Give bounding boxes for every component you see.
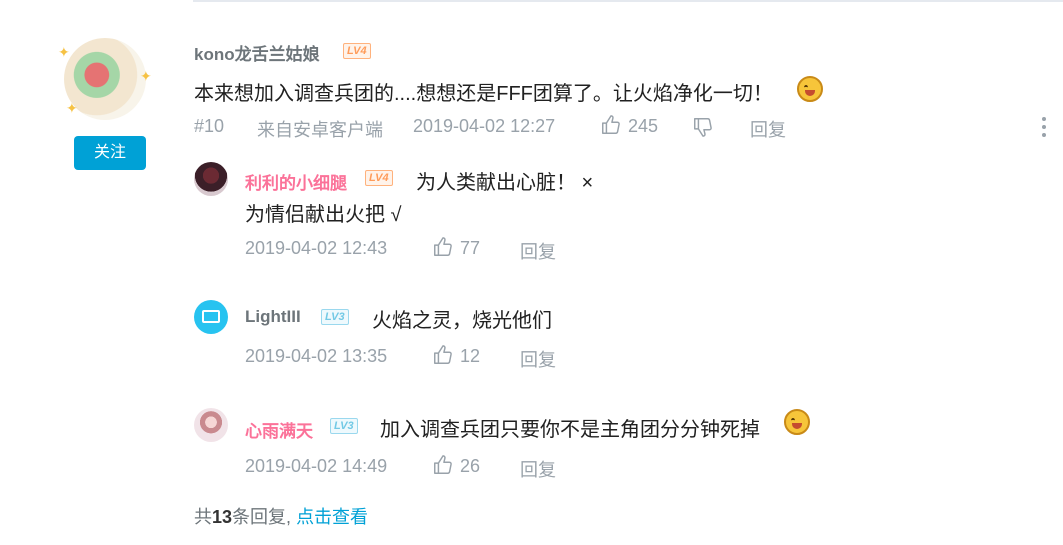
like-count: 77 (460, 238, 481, 258)
sparkle-icon: ✦ (140, 68, 152, 84)
like-count: 26 (460, 456, 481, 476)
thumbs-up-icon[interactable] (600, 114, 622, 136)
avatar[interactable] (194, 408, 228, 442)
level-badge: LV4 (365, 170, 393, 186)
thumbs-down-icon[interactable] (692, 116, 714, 138)
reply-button[interactable]: 回复 (750, 116, 786, 142)
reply-text: 为人类献出心脏！ × (416, 172, 594, 194)
reply-count-footer: 共13条回复, 点击查看 (194, 503, 368, 529)
grinning-emoji-icon (784, 409, 810, 435)
floor-number: #10 (194, 116, 225, 136)
like-count: 245 (628, 116, 659, 136)
reply-button[interactable]: 回复 (520, 346, 556, 372)
level-badge: LV4 (343, 43, 371, 59)
timestamp: 2019-04-02 12:43 (245, 238, 388, 258)
timestamp: 2019-04-02 13:35 (245, 346, 388, 366)
reply-text: 为情侣献出火把 √ (245, 204, 402, 226)
thumbs-up-icon[interactable] (432, 344, 454, 366)
comment-text: 本来想加入调查兵团的....想想还是FFF团算了。让火焰净化一切！ (194, 83, 773, 105)
footer-prefix: 共 (194, 507, 212, 527)
sparkle-icon: ✦ (66, 100, 78, 116)
avatar[interactable] (194, 162, 228, 196)
more-options-icon[interactable] (1042, 117, 1048, 139)
avatar[interactable]: ✦ ✦ ✦ (58, 38, 152, 120)
username[interactable]: kono龙舌兰姑娘 (194, 40, 320, 65)
reply-button[interactable]: 回复 (520, 238, 556, 264)
reply-text: 加入调查兵团只要你不是主角团分分钟死掉 (380, 419, 760, 441)
timestamp: 2019-04-02 14:49 (245, 456, 388, 476)
reply-button[interactable]: 回复 (520, 456, 556, 482)
follow-button[interactable]: 关注 (74, 136, 146, 170)
thumbs-up-icon[interactable] (432, 236, 454, 258)
thumbs-up-icon[interactable] (432, 454, 454, 476)
level-badge: LV3 (330, 418, 358, 434)
username[interactable]: LightIII (245, 307, 301, 327)
username[interactable]: 利利的小细腿 (245, 169, 347, 194)
view-all-replies-link[interactable]: 点击查看 (296, 507, 368, 527)
top-divider (193, 0, 1063, 2)
reply-count: 13 (212, 507, 233, 527)
sparkle-icon: ✦ (58, 44, 70, 60)
reply-text: 火焰之灵，烧光他们 (372, 310, 552, 332)
level-badge: LV3 (321, 309, 349, 325)
timestamp: 2019-04-02 12:27 (413, 116, 556, 136)
client-source: 来自安卓客户端 (257, 120, 383, 140)
laughing-emoji-icon (797, 76, 823, 102)
monitor-icon (202, 310, 220, 323)
avatar[interactable] (194, 300, 228, 334)
username[interactable]: 心雨满天 (245, 417, 313, 442)
like-count: 12 (460, 346, 481, 366)
footer-suffix: 条回复, (232, 507, 292, 527)
